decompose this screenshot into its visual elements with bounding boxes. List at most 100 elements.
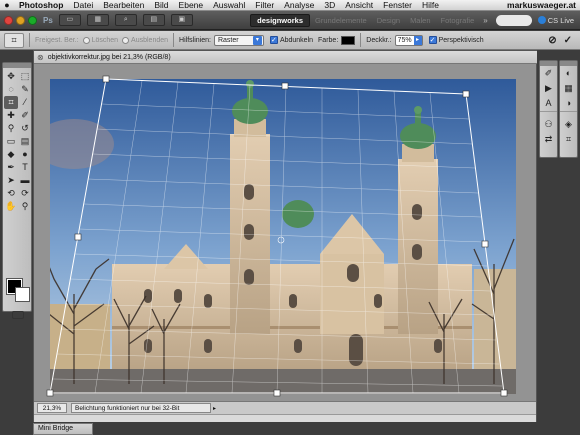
crop-tool-icon[interactable]: ⌗ — [4, 96, 18, 109]
history-brush-tool-icon[interactable]: ↺ — [18, 122, 32, 135]
lasso-tool-icon[interactable]: ◌ — [4, 83, 18, 96]
gradient-tool-icon[interactable]: ▤ — [18, 135, 32, 148]
3d-camera-tool-icon[interactable]: ⟳ — [18, 187, 32, 200]
ps-logo: Ps — [43, 15, 53, 25]
status-menu-button[interactable]: ▸ — [213, 405, 216, 412]
options-bar: ⌗ Freigest. Ber.: Löschen Ausblenden Hil… — [0, 31, 580, 50]
document-tab[interactable]: ⊗ objektivkorrektur.jpg bei 21,3% (RGB/8… — [34, 51, 538, 64]
menu-ansicht[interactable]: Ansicht — [340, 0, 378, 11]
shield-color-swatch[interactable] — [341, 35, 356, 45]
radio-hide[interactable] — [122, 36, 130, 44]
menu-auswahl[interactable]: Auswahl — [208, 0, 250, 11]
menu-datei[interactable]: Datei — [68, 0, 98, 11]
quick-mask-icon[interactable] — [12, 311, 24, 319]
zoom-field[interactable]: 21,3% — [37, 403, 67, 413]
color-label: Farbe: — [318, 36, 339, 44]
opacity-label: Deckkr.: — [366, 36, 392, 44]
launch-bridge-icon[interactable]: ▭ — [58, 14, 81, 26]
stamp-tool-icon[interactable]: ⚲ — [4, 122, 18, 135]
move-tool-icon[interactable]: ✥ — [4, 70, 18, 83]
crop-tool-preset-icon[interactable]: ⌗ — [4, 32, 24, 48]
dodge-tool-icon[interactable]: ● — [18, 148, 32, 161]
radio-delete-label: Löschen — [91, 36, 119, 44]
window-controls — [4, 15, 37, 25]
eyedropper-tool-icon[interactable]: ⁄ — [18, 96, 32, 109]
cs-live-button[interactable]: CS Live — [536, 16, 580, 25]
swatches-panel-icon[interactable]: ▦ — [560, 81, 577, 96]
adjustments-panel-icon[interactable]: ◑ — [560, 96, 577, 111]
close-window-icon[interactable] — [4, 15, 13, 25]
perspective-checkbox[interactable]: ✓ — [428, 36, 437, 44]
type-tool-icon[interactable]: T — [18, 161, 32, 174]
document-title: objektivkorrektur.jpg bei 21,3% (RGB/8) — [47, 53, 171, 61]
shape-tool-icon[interactable]: ▬ — [18, 174, 32, 187]
hand-tool-icon[interactable]: ✋ — [4, 200, 18, 213]
divider — [173, 33, 175, 47]
pen-tool-icon[interactable]: ✒ — [4, 161, 18, 174]
menu-3d[interactable]: 3D — [319, 0, 340, 11]
menu-bearbeiten[interactable]: Bearbeiten — [98, 0, 149, 11]
divider — [29, 33, 30, 47]
menu-analyse[interactable]: Analyse — [279, 0, 319, 11]
quick-select-tool-icon[interactable]: ✎ — [18, 83, 32, 96]
workspace-more-button[interactable]: » — [479, 16, 491, 25]
horizontal-scrollbar[interactable] — [34, 414, 536, 422]
eraser-tool-icon[interactable]: ▭ — [4, 135, 18, 148]
background-color-swatch[interactable] — [15, 287, 30, 302]
blur-tool-icon[interactable]: ◆ — [4, 148, 18, 161]
shield-label: Abdunkeln — [279, 36, 314, 44]
workspace-fotografie[interactable]: Fotografie — [436, 14, 480, 27]
menu-hilfe[interactable]: Hilfe — [417, 0, 444, 11]
workspace-malen[interactable]: Malen — [405, 14, 435, 27]
screen-mode-icon[interactable]: ▣ — [170, 14, 193, 26]
mini-bridge-tab[interactable]: Mini Bridge — [33, 423, 93, 435]
3d-rotate-tool-icon[interactable]: ⟲ — [4, 187, 18, 200]
paths-panel-icon[interactable]: ⇄ — [540, 132, 557, 147]
minimize-window-icon[interactable] — [16, 15, 25, 25]
chevron-down-icon: ▾ — [252, 35, 262, 45]
brush-panel-icon[interactable]: ✐ — [540, 66, 557, 81]
menu-filter[interactable]: Filter — [250, 0, 279, 11]
info-panel-icon[interactable]: ⚇ — [540, 117, 557, 132]
commit-crop-button[interactable]: ✓ — [564, 35, 572, 46]
character-panel-icon[interactable]: A — [540, 96, 557, 111]
shield-checkbox[interactable]: ✓ — [269, 36, 278, 44]
menu-bild[interactable]: Bild — [149, 0, 173, 11]
workspace-designworks[interactable]: designworks — [250, 13, 310, 27]
clone-source-icon[interactable]: ▶ — [540, 81, 557, 96]
arrange-documents-icon[interactable]: ▤ — [142, 14, 165, 26]
cs-live-icon — [537, 16, 546, 24]
layers-panel-icon[interactable]: ◈ — [560, 117, 577, 132]
zoom-level-icon[interactable]: ⌕ — [114, 14, 137, 26]
perspective-label: Perspektivisch — [438, 36, 484, 44]
close-document-icon[interactable]: ⊗ — [37, 53, 44, 62]
view-extras-icon[interactable]: ▦ — [86, 14, 109, 26]
path-select-tool-icon[interactable]: ➤ — [4, 174, 18, 187]
dock-column-right: ◐ ▦ ◑ ◈ ⌗ — [559, 60, 578, 158]
menu-fenster[interactable]: Fenster — [378, 0, 417, 11]
menu-ebene[interactable]: Ebene — [174, 0, 209, 11]
canvas-area[interactable] — [34, 64, 536, 401]
search-input[interactable] — [495, 14, 532, 26]
color-panel-icon[interactable]: ◐ — [560, 66, 577, 81]
workspace-design[interactable]: Design — [372, 14, 405, 27]
cancel-crop-button[interactable]: ⊘ — [548, 35, 556, 46]
apple-menu-icon[interactable]: ● — [0, 0, 14, 10]
menu-app-name[interactable]: Photoshop — [14, 0, 68, 11]
zoom-window-icon[interactable] — [28, 15, 37, 25]
color-swatches[interactable] — [6, 278, 31, 303]
opacity-field[interactable]: 75% ▸ — [394, 34, 423, 46]
overlay-select[interactable]: Raster ▾ — [213, 34, 264, 46]
cs-live-label: CS Live — [547, 15, 574, 25]
brush-tool-icon[interactable]: ✐ — [18, 109, 32, 122]
opacity-value: 75% — [397, 36, 412, 44]
healing-tool-icon[interactable]: ✚ — [4, 109, 18, 122]
transform-panel-icon[interactable]: ⌗ — [560, 132, 577, 147]
workspace-grundelemente[interactable]: Grundelemente — [310, 14, 372, 27]
canvas-image[interactable] — [34, 64, 536, 401]
application-bar: Ps ▭ ▦ ⌕ ▤ ▣ designworks Grundelemente D… — [0, 11, 580, 30]
zoom-tool-icon[interactable]: ⚲ — [18, 200, 32, 213]
radio-delete[interactable] — [82, 36, 90, 44]
marquee-tool-icon[interactable]: ⬚ — [18, 70, 32, 83]
crop-area-label: Freigest. Ber.: — [35, 36, 79, 44]
